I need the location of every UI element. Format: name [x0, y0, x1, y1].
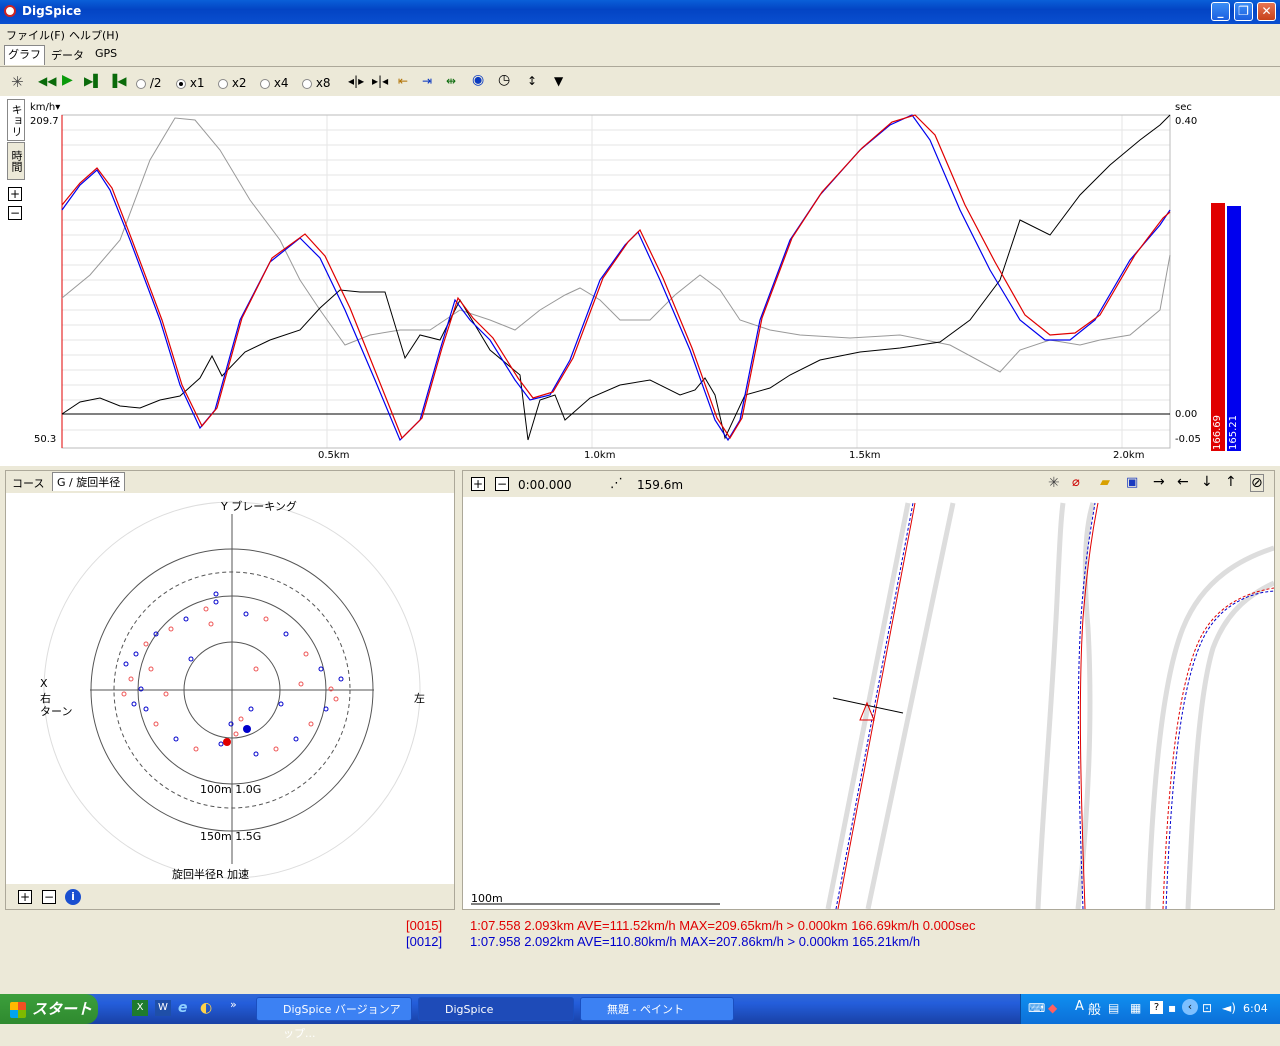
open-folder-icon[interactable]: ▰: [1100, 475, 1110, 490]
ime-icon[interactable]: A: [1075, 999, 1084, 1014]
clock: 6:04: [1243, 1002, 1268, 1015]
accel-axis-label: 旋回半径R 加速: [172, 868, 250, 881]
red-speed-bar: [1211, 203, 1225, 451]
course-distance: 159.6m: [637, 478, 684, 492]
tray-security-icon[interactable]: ◆: [1048, 1001, 1057, 1015]
map-scale-label: 100m: [471, 892, 503, 905]
tab-g-radius[interactable]: G / 旋回半径: [52, 472, 126, 491]
measure-icon[interactable]: ⋰: [610, 476, 623, 491]
draw-icon[interactable]: ⊘: [1250, 474, 1264, 492]
tray-tools-icon[interactable]: ▤: [1108, 1001, 1119, 1015]
map-zoom-out-icon[interactable]: −: [495, 477, 509, 491]
tray-expand-icon[interactable]: ‹: [1182, 999, 1198, 1015]
blue-lap-summary: 1:07.958 2.092km AVE=110.80km/h MAX=207.…: [470, 934, 921, 949]
course-map[interactable]: [463, 498, 1274, 909]
blue-lap-id: [0012]: [406, 934, 443, 949]
ie-icon[interactable]: e: [178, 1000, 188, 1016]
ring-100m-label: 100m 1.0G: [200, 783, 262, 796]
tab-course[interactable]: コース: [8, 474, 48, 492]
save-icon[interactable]: ▣: [1126, 475, 1138, 490]
excel-icon[interactable]: X: [132, 1000, 148, 1016]
ring-150m-label: 150m 1.5G: [200, 830, 262, 843]
x-axis-label: X: [40, 677, 48, 690]
network-icon[interactable]: ⊡: [1202, 1001, 1212, 1015]
tray-lang-icon[interactable]: ▪: [1168, 1001, 1176, 1015]
quick-launch-more-icon[interactable]: »: [230, 998, 237, 1011]
map-zoom-in-icon[interactable]: +: [471, 477, 485, 491]
task-digspice[interactable]: DigSpice: [418, 997, 574, 1021]
red-bar-value: 166.69: [1212, 415, 1223, 450]
tray-keyboard-icon[interactable]: ⌨: [1028, 1001, 1045, 1015]
tray-app-icon[interactable]: ▦: [1130, 1001, 1141, 1015]
pan-down-icon[interactable]: ↓: [1201, 474, 1213, 490]
turn-label: ターン: [40, 705, 73, 718]
word-icon[interactable]: W: [155, 1000, 171, 1016]
g-circle-plot: [43, 501, 421, 879]
help-icon[interactable]: ?: [1150, 1001, 1163, 1014]
g-zoom-out-icon[interactable]: −: [42, 890, 56, 904]
task-paint[interactable]: 無題 - ペイント: [580, 997, 734, 1021]
info-icon[interactable]: i: [65, 889, 81, 905]
ime-mode-icon[interactable]: 般: [1088, 999, 1101, 1018]
course-time: 0:00.000: [518, 478, 572, 492]
pan-up-icon[interactable]: ↑: [1225, 474, 1237, 490]
reset-map-icon[interactable]: ✳: [1048, 475, 1060, 491]
pan-right-icon[interactable]: →: [1153, 474, 1165, 490]
blue-bar-value: 165.21: [1228, 415, 1239, 450]
volume-icon[interactable]: ◄): [1222, 1001, 1236, 1015]
left-turn-label: 左: [414, 692, 425, 705]
braking-axis-label: Y ブレーキング: [221, 500, 297, 513]
start-button[interactable]: スタート: [0, 994, 98, 1024]
windows-logo-icon: [10, 1001, 26, 1018]
pan-left-icon[interactable]: ←: [1177, 474, 1189, 490]
task-digspice-update[interactable]: DigSpice バージョンアップ...: [256, 997, 412, 1040]
g-zoom-in-icon[interactable]: +: [18, 890, 32, 904]
clip-icon[interactable]: ⌀: [1072, 475, 1080, 490]
red-lap-summary: 1:07.558 2.093km AVE=111.52km/h MAX=209.…: [470, 918, 976, 933]
media-icon[interactable]: ◐: [200, 1000, 212, 1016]
start-label: スタート: [32, 1000, 93, 1018]
speed-graph[interactable]: [0, 0, 1280, 470]
red-lap-id: [0015]: [406, 918, 443, 933]
